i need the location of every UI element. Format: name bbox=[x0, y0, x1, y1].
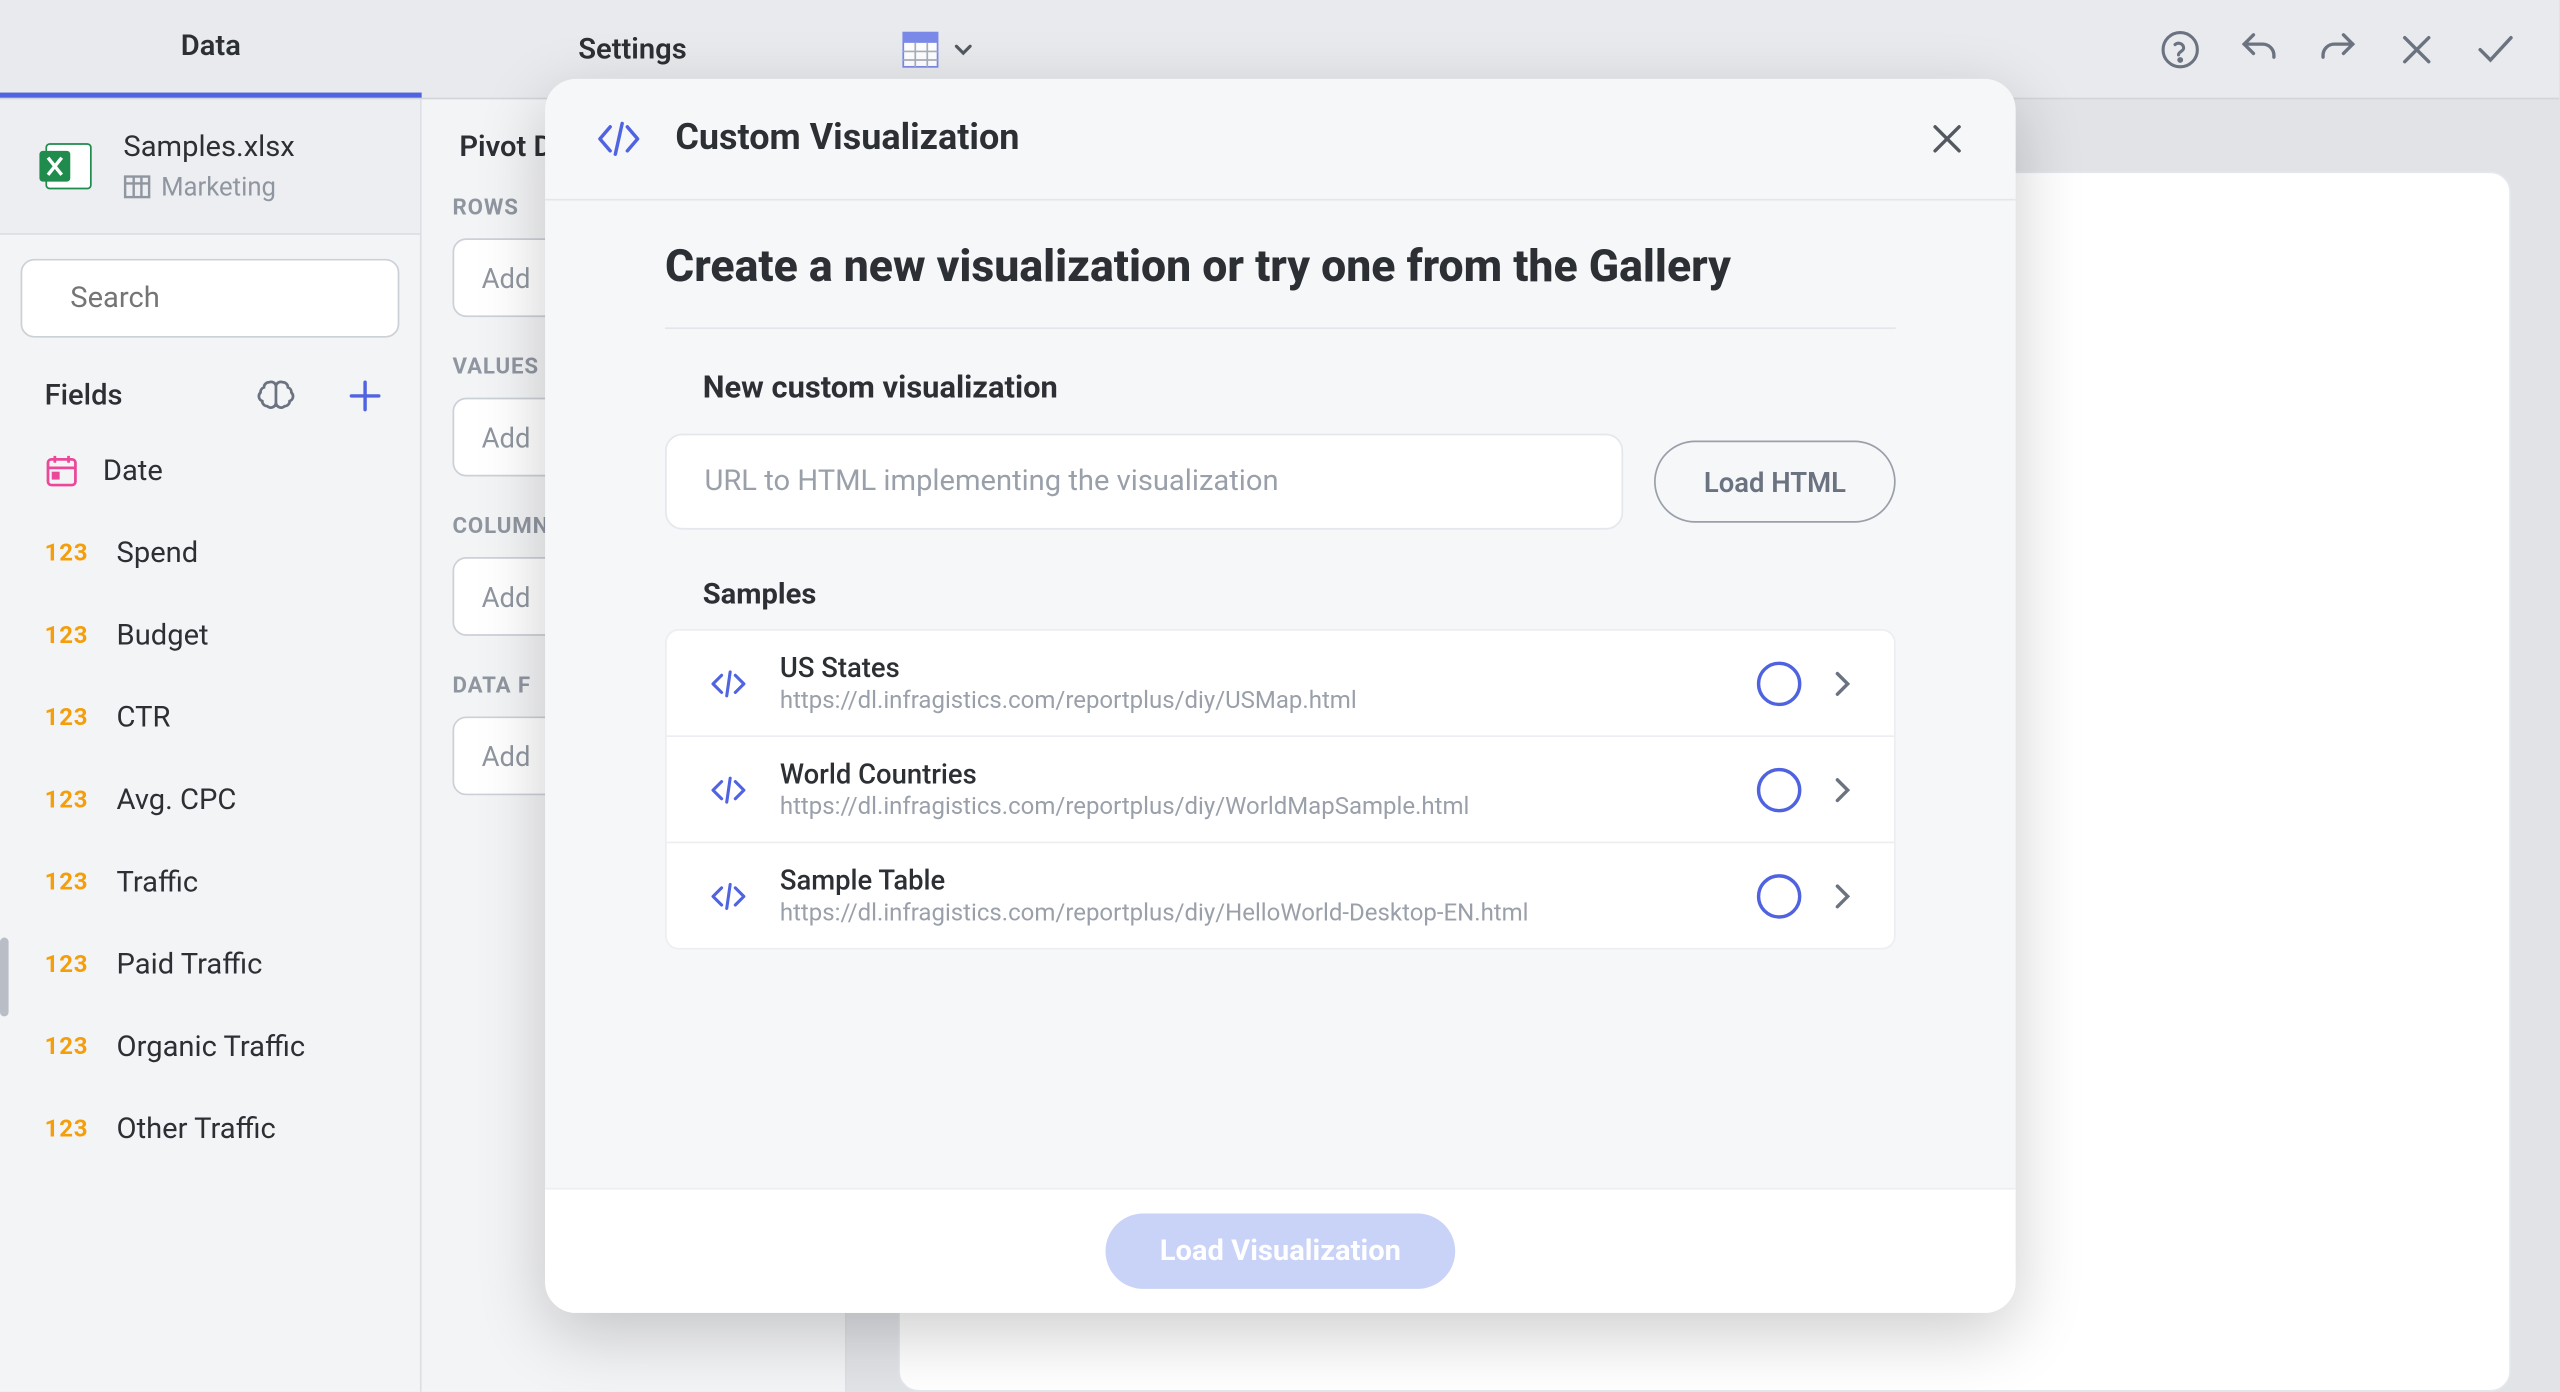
sample-item[interactable]: World Countries https://dl.infragistics.c… bbox=[667, 735, 1894, 841]
sample-radio[interactable] bbox=[1757, 767, 1802, 812]
chevron-right-icon bbox=[1832, 668, 1853, 699]
sample-item[interactable]: Sample Table https://dl.infragistics.com/… bbox=[667, 842, 1894, 948]
new-custom-viz-label: New custom visualization bbox=[703, 370, 1858, 406]
sample-name: World Countries bbox=[780, 758, 1726, 791]
load-html-button[interactable]: Load HTML bbox=[1654, 440, 1895, 522]
sample-radio[interactable] bbox=[1757, 873, 1802, 918]
sample-item[interactable]: US States https://dl.infragistics.com/rep… bbox=[667, 631, 1894, 736]
sample-radio[interactable] bbox=[1757, 661, 1802, 706]
modal-close-button[interactable] bbox=[1927, 118, 1968, 159]
code-icon bbox=[593, 113, 644, 164]
code-icon bbox=[708, 875, 749, 916]
chevron-right-icon bbox=[1832, 880, 1853, 911]
sample-name: US States bbox=[780, 651, 1726, 684]
code-icon bbox=[708, 769, 749, 810]
modal-title: Custom Visualization bbox=[675, 118, 1895, 159]
modal-overlay: Custom Visualization Create a new visual… bbox=[0, 0, 2559, 1392]
code-icon bbox=[708, 662, 749, 703]
load-visualization-button[interactable]: Load Visualization bbox=[1105, 1214, 1456, 1289]
modal-heading: Create a new visualization or try one fr… bbox=[665, 242, 1896, 329]
sample-url: https://dl.infragistics.com/reportplus/d… bbox=[780, 900, 1726, 927]
custom-visualization-modal: Custom Visualization Create a new visual… bbox=[545, 79, 2016, 1313]
sample-url: https://dl.infragistics.com/reportplus/d… bbox=[780, 794, 1726, 821]
visualization-url-input[interactable] bbox=[665, 434, 1623, 530]
sample-url: https://dl.infragistics.com/reportplus/d… bbox=[780, 687, 1726, 714]
chevron-right-icon bbox=[1832, 774, 1853, 805]
samples-list: US States https://dl.infragistics.com/rep… bbox=[665, 629, 1896, 950]
samples-label: Samples bbox=[703, 578, 1858, 612]
sample-name: Sample Table bbox=[780, 864, 1726, 897]
